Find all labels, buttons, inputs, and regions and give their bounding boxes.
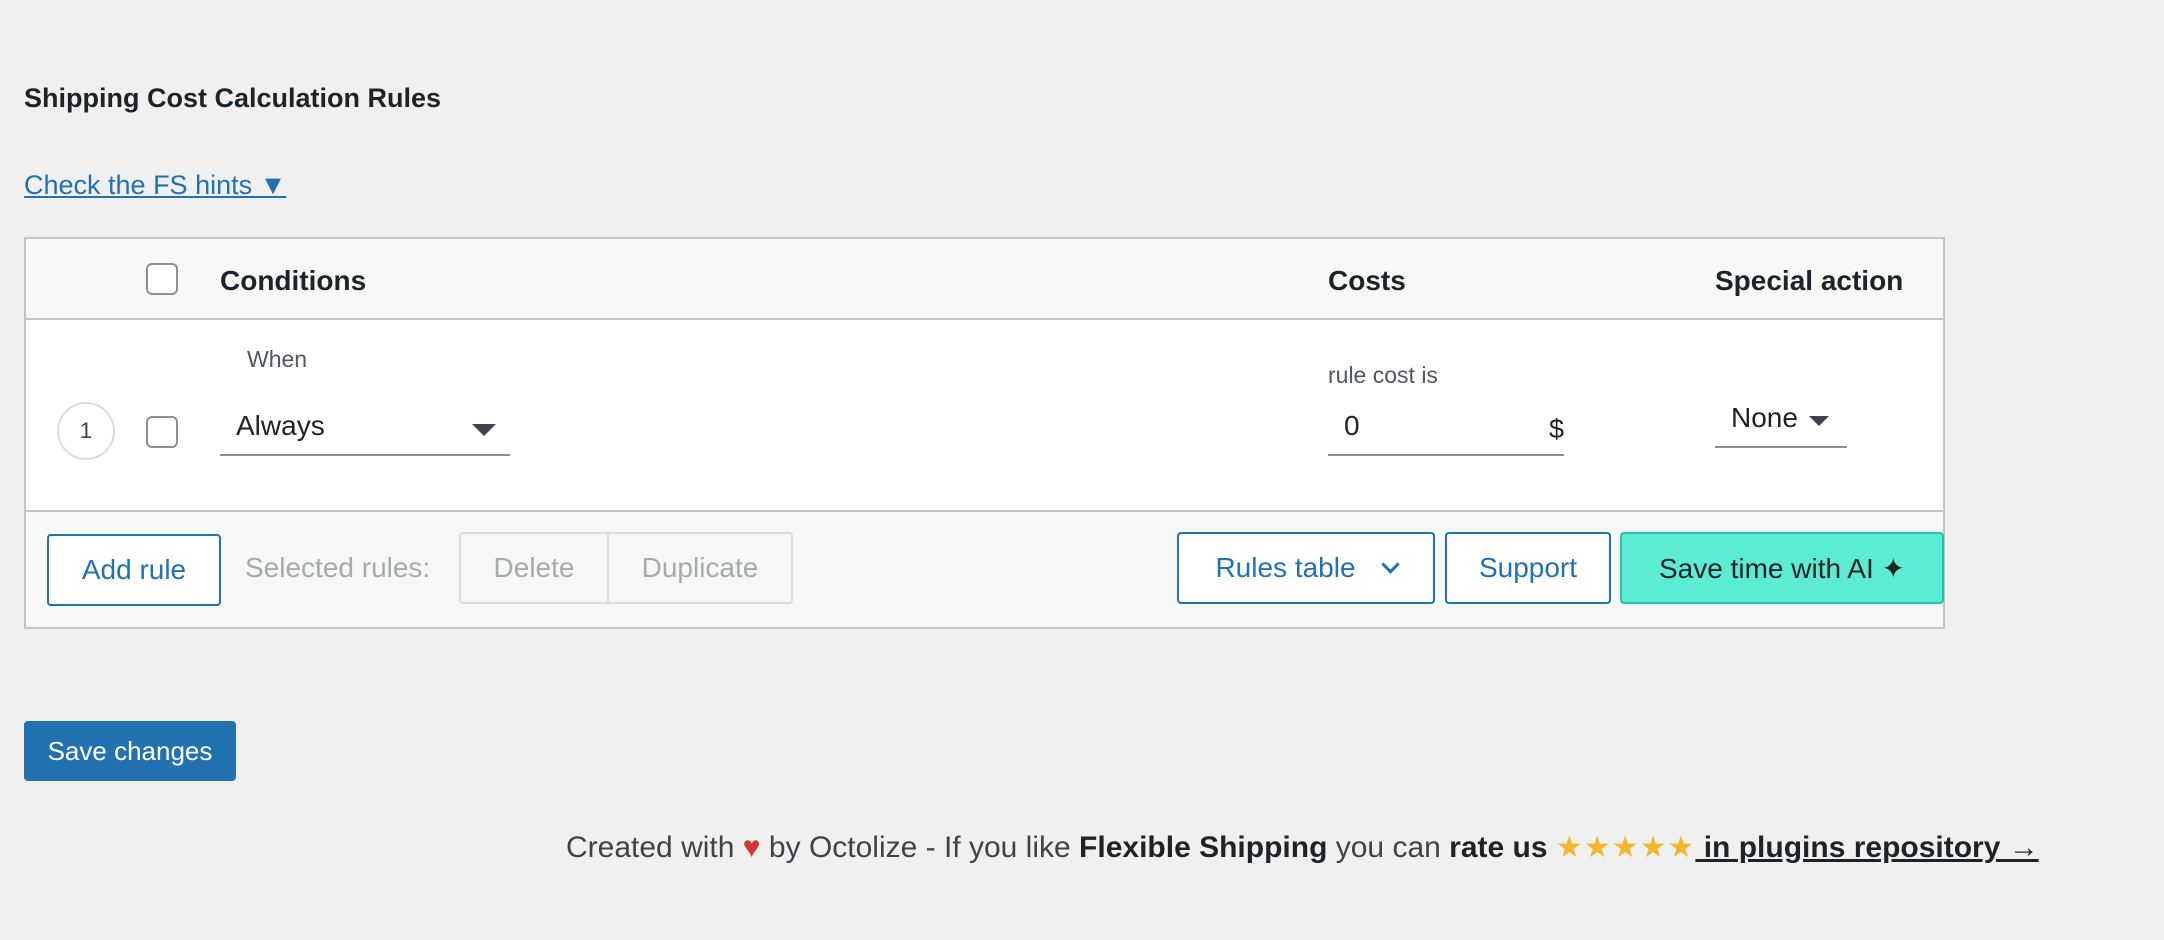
hints-link[interactable]: Check the FS hints ▼ <box>24 170 286 201</box>
delete-button[interactable]: Delete <box>459 532 609 604</box>
rule-select-checkbox[interactable] <box>146 416 178 448</box>
credits-line: Created with ♥ by Octolize - If you like… <box>566 830 2039 865</box>
rule-number: 1 <box>57 402 115 460</box>
selected-rules-label: Selected rules: <box>245 552 431 583</box>
save-time-ai-button[interactable]: Save time with AI ✦ <box>1620 532 1944 604</box>
special-action-value: None <box>1731 402 1798 433</box>
rules-table-header: Conditions Costs Special action <box>26 239 1943 320</box>
heart-icon: ♥ <box>742 831 761 864</box>
select-all-checkbox[interactable] <box>146 263 178 295</box>
cost-value: 0 <box>1344 410 1360 441</box>
cost-label: rule cost is <box>1328 362 1438 388</box>
credits-by: by Octolize - If you like <box>768 831 1071 864</box>
chevron-down-icon <box>1809 416 1829 426</box>
duplicate-button[interactable]: Duplicate <box>607 532 793 604</box>
rules-table: Conditions Costs Special action 1 When A… <box>24 237 1945 629</box>
save-changes-button[interactable]: Save changes <box>24 721 236 781</box>
cost-input[interactable]: 0 $ <box>1328 404 1564 456</box>
credits-plugin-name: Flexible Shipping <box>1079 831 1328 864</box>
rule-row: 1 When Always rule cost is 0 $ None <box>26 320 1943 510</box>
rules-table-label: Rules table <box>1215 552 1356 583</box>
section-title: Shipping Cost Calculation Rules <box>24 83 442 113</box>
add-rule-button[interactable]: Add rule <box>47 534 221 606</box>
rules-table-footer: Add rule Selected rules: Delete Duplicat… <box>26 510 1944 627</box>
header-costs: Costs <box>1328 265 1406 296</box>
credits-rate-us: rate us <box>1449 831 1548 864</box>
condition-label: When <box>247 346 308 372</box>
currency-symbol: $ <box>1548 414 1564 444</box>
header-special-action: Special action <box>1715 265 1904 296</box>
credits-you-can: you can <box>1335 831 1441 864</box>
chevron-down-icon <box>472 424 496 436</box>
chevron-down-icon <box>1380 554 1400 574</box>
support-button[interactable]: Support <box>1445 532 1611 604</box>
header-conditions: Conditions <box>220 265 367 296</box>
rules-table-dropdown-button[interactable]: Rules table <box>1177 532 1435 604</box>
stars-icon: ★★★★★ <box>1555 831 1696 864</box>
condition-select[interactable]: Always <box>220 404 510 456</box>
condition-value: Always <box>236 410 325 441</box>
special-action-select[interactable]: None <box>1715 396 1847 448</box>
plugins-repository-link[interactable]: in plugins repository → <box>1695 831 2039 864</box>
settings-page: Shipping Cost Calculation Rules Check th… <box>0 0 2164 940</box>
credits-created-with: Created with <box>566 831 735 864</box>
